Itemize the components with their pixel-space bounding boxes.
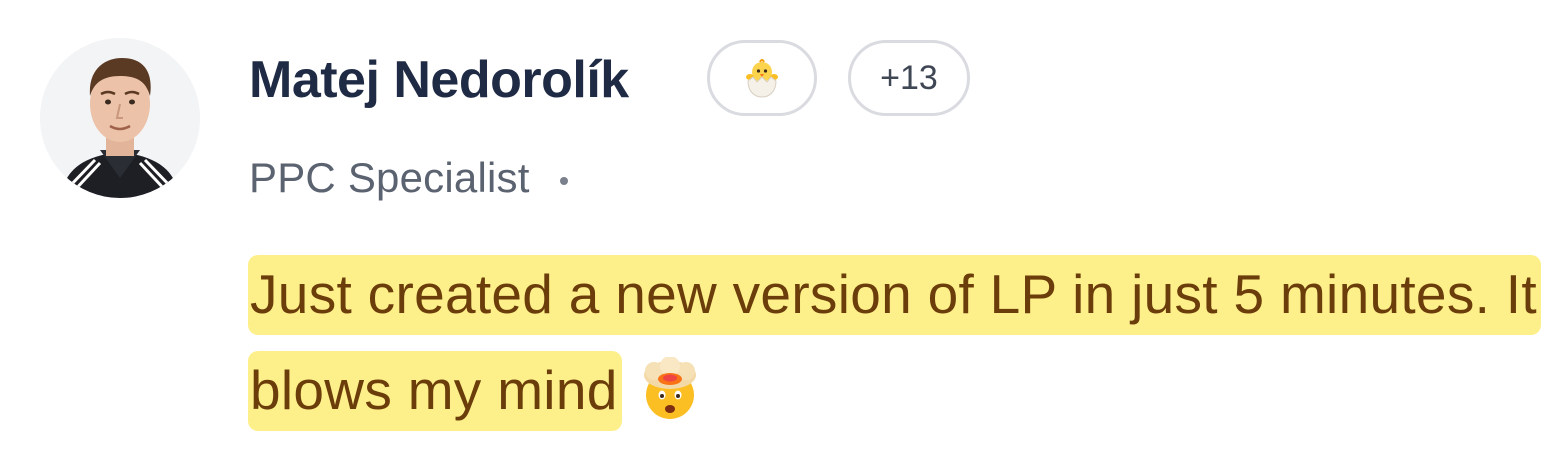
hatching-chick-icon	[746, 59, 778, 98]
message-text: Just created a new version of LP in just…	[248, 255, 1541, 431]
user-role: PPC Specialist	[249, 154, 530, 201]
emoji-badge[interactable]	[707, 40, 817, 116]
more-badges-count: +13	[880, 58, 938, 97]
message-body: Just created a new version of LP in just…	[248, 246, 1541, 450]
exploding-head-icon	[638, 354, 702, 450]
user-meta: PPC Specialist	[249, 150, 568, 206]
more-badges-button[interactable]: +13	[848, 40, 970, 116]
avatar[interactable]	[40, 38, 200, 198]
avatar-photo	[40, 38, 200, 198]
separator-dot	[559, 177, 568, 185]
user-name[interactable]: Matej Nedorolík	[249, 48, 629, 112]
